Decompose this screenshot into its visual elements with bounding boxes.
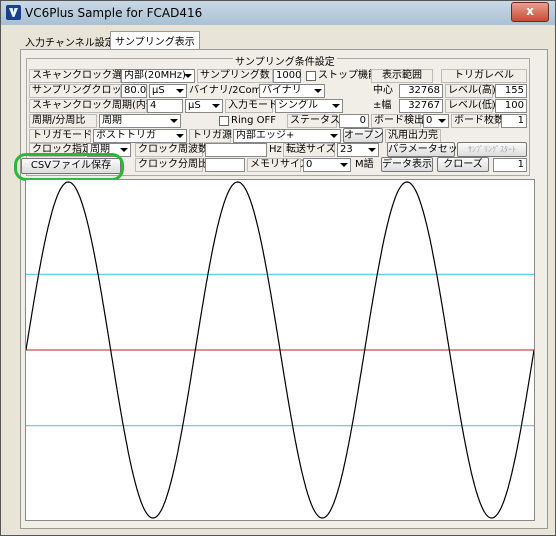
- width-field[interactable]: 32767: [399, 99, 443, 113]
- window-title: VC6Plus Sample for FCAD416: [25, 6, 203, 20]
- clock-freq-label: クロック周波数: [135, 143, 208, 157]
- binary-select[interactable]: バイナリ: [259, 84, 325, 98]
- data-display-button[interactable]: データ表示: [381, 157, 433, 172]
- chevron-down-icon: [168, 116, 179, 126]
- board-detect-select-value: 0: [426, 115, 433, 126]
- close-button[interactable]: クローズ: [437, 157, 489, 172]
- transfer-size-label: 転送サイズ: [283, 143, 336, 157]
- waveform-svg: [25, 181, 535, 519]
- scan-period-unit-select[interactable]: μS: [185, 99, 223, 113]
- ring-off-label: Ring OFF: [231, 115, 276, 126]
- highlight-annotation: [14, 153, 124, 181]
- scan-period-label: スキャンクロック周期(内部): [29, 99, 160, 113]
- chevron-down-icon: [118, 145, 129, 155]
- trigger-level-label: トリガレベル: [441, 69, 527, 83]
- app-window: VC6Plus Sample for FCAD416 x 入力チャンネル設定 サ…: [0, 0, 556, 536]
- general-output-label: 汎用出力完: [385, 129, 441, 143]
- display-range-label: 表示範囲: [371, 69, 433, 83]
- level-high-field[interactable]: 155: [495, 84, 527, 98]
- param-set-button[interactable]: パラメータセット: [387, 142, 468, 157]
- sampling-clock-label: サンプリングクロック: [29, 84, 132, 98]
- clock-divide-label: クロック分周比: [135, 158, 208, 172]
- sampling-clock-field[interactable]: 80.0: [121, 84, 147, 98]
- chevron-down-icon: [174, 131, 185, 141]
- trigger-source-select-value: 内部エッジ+: [236, 130, 295, 141]
- period-ratio-label: 周期/分周比: [29, 114, 97, 128]
- app-icon: [6, 5, 21, 20]
- period-ratio-select[interactable]: 周期: [99, 114, 181, 128]
- input-mode-select-value: シングル: [278, 100, 318, 111]
- memory-size-select[interactable]: 0: [303, 158, 351, 172]
- trigger-mode-select[interactable]: ポストトリガ: [93, 129, 187, 143]
- chevron-down-icon: [366, 145, 377, 155]
- binary-label: バイナリ/2Comp: [189, 85, 268, 96]
- status-field: 0: [339, 114, 369, 128]
- level-low-field[interactable]: 100: [495, 99, 527, 113]
- scan-clock-select-value: 内部(20MHz): [124, 70, 186, 81]
- memory-size-select-value: 0: [306, 159, 313, 170]
- group-title: サンプリング条件設定: [233, 53, 337, 68]
- board-count-label: ボード枚数: [451, 114, 504, 128]
- memory-size-label: メモリサイズ: [247, 158, 310, 172]
- chevron-down-icon: [210, 101, 221, 111]
- sampling-start-button[interactable]: ｻﾝﾌﾟﾘﾝｸﾞｽﾀｰﾄ: [457, 142, 527, 157]
- close-count-field: 1: [493, 158, 527, 172]
- title-bar[interactable]: VC6Plus Sample for FCAD416 x: [1, 1, 555, 25]
- sampling-clock-unit-select[interactable]: μS: [149, 84, 187, 98]
- board-count-field: 1: [501, 114, 527, 128]
- tab-input-channel[interactable]: 入力チャンネル設定: [21, 33, 119, 49]
- width-label: ±幅: [373, 100, 392, 111]
- board-detect-select[interactable]: 0: [423, 114, 449, 128]
- center-label: 中心: [373, 85, 393, 96]
- hz-label: Hz: [269, 144, 282, 155]
- stop-function-label: ストップ機能: [318, 70, 378, 81]
- binary-select-value: バイナリ: [262, 85, 302, 96]
- clock-divide-field[interactable]: [205, 158, 245, 172]
- trigger-mode-label: トリガモード: [29, 129, 92, 143]
- waveform-plot: [25, 179, 535, 521]
- open-button[interactable]: オープン: [343, 128, 383, 143]
- chevron-down-icon: [174, 86, 185, 96]
- memory-unit-label: M語: [355, 159, 374, 170]
- trigger-source-label: トリガ源: [189, 129, 232, 143]
- sampling-clock-unit-value: μS: [152, 85, 165, 96]
- transfer-size-select[interactable]: 23: [337, 143, 379, 157]
- close-window-button[interactable]: x: [511, 2, 549, 22]
- input-mode-label: 入力モード: [225, 99, 278, 113]
- input-mode-select[interactable]: シングル: [275, 99, 343, 113]
- trigger-mode-select-value: ポストトリガ: [96, 130, 156, 141]
- center-field[interactable]: 32768: [399, 84, 443, 98]
- board-detect-button[interactable]: ボード検出: [371, 114, 424, 128]
- tab-sampling-display[interactable]: サンプリング表示: [110, 31, 200, 50]
- chevron-down-icon: [328, 131, 339, 141]
- period-ratio-select-value: 周期: [102, 115, 122, 126]
- level-low-label: レベル(低): [445, 99, 496, 113]
- scan-period-field[interactable]: 4: [147, 99, 183, 113]
- trigger-source-select[interactable]: 内部エッジ+: [233, 129, 341, 143]
- scan-period-unit-value: μS: [188, 100, 201, 111]
- stop-function-checkbox[interactable]: [306, 71, 316, 81]
- chevron-down-icon: [312, 86, 323, 96]
- chevron-down-icon: [436, 116, 447, 126]
- sampling-count-field[interactable]: 1000: [273, 69, 301, 83]
- chevron-down-icon: [338, 160, 349, 170]
- transfer-size-select-value: 23: [340, 144, 353, 155]
- scan-clock-select[interactable]: 内部(20MHz): [121, 69, 195, 83]
- status-label: ステータス: [287, 114, 340, 128]
- chevron-down-icon: [182, 71, 193, 81]
- clock-freq-field[interactable]: [205, 143, 267, 157]
- level-high-label: レベル(高): [445, 84, 496, 98]
- scan-clock-select-label: スキャンクロック選択: [29, 69, 132, 83]
- sampling-count-label: サンプリング数: [197, 69, 273, 83]
- chevron-down-icon: [330, 101, 341, 111]
- ring-off-checkbox[interactable]: [219, 116, 229, 126]
